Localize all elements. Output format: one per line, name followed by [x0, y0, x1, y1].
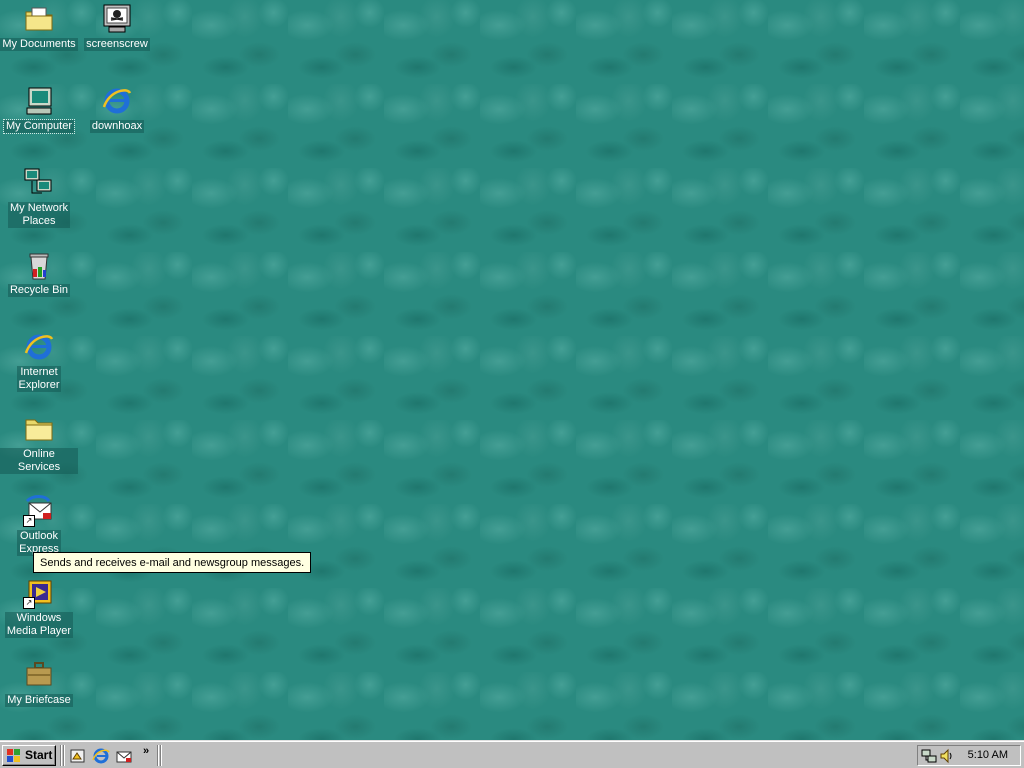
- internet-explorer-icon: [101, 85, 133, 117]
- desktop-icon-label: screenscrew: [84, 38, 150, 51]
- desktop-icon-label: Internet Explorer: [16, 366, 62, 392]
- start-button[interactable]: Start: [2, 745, 56, 766]
- desktop-icon-recycle-bin[interactable]: Recycle Bin: [0, 249, 78, 297]
- shortcut-arrow-icon: ↗: [23, 597, 35, 609]
- taskbar-separator: [157, 745, 159, 766]
- desktop-icon-outlook-express[interactable]: ↗ Outlook Express: [0, 495, 78, 556]
- desktop-icon-label: Online Services: [0, 448, 78, 474]
- internet-explorer-icon: [23, 331, 55, 363]
- desktop-icon-my-network-places[interactable]: My Network Places: [0, 167, 78, 228]
- desktop-icon-my-computer[interactable]: My Computer: [0, 85, 78, 134]
- quick-launch-chevron[interactable]: »: [143, 745, 149, 757]
- desktop-icon-label: My Briefcase: [5, 694, 73, 707]
- windows-logo-icon: [7, 749, 21, 762]
- computer-pirate-icon: [101, 3, 133, 35]
- start-label: Start: [25, 748, 53, 762]
- desktop-icon-label: My Network Places: [7, 202, 71, 228]
- desktop-icon-my-documents[interactable]: My Documents: [0, 3, 78, 51]
- taskbar-separator: [60, 745, 62, 766]
- outlook-express-icon[interactable]: [115, 747, 133, 765]
- desktop-icon-screenscrew[interactable]: screenscrew: [78, 3, 156, 51]
- desktop-icon-label: My Computer: [2, 119, 76, 134]
- network-icon[interactable]: [921, 748, 937, 764]
- folder-documents-icon: [23, 3, 55, 35]
- outlook-express-icon: ↗: [23, 495, 55, 527]
- desktop-icon-internet-explorer[interactable]: Internet Explorer: [0, 331, 78, 392]
- volume-icon[interactable]: [939, 748, 955, 764]
- desktop-icon-label: Recycle Bin: [7, 284, 71, 297]
- taskbar-separator: [160, 745, 162, 766]
- desktop-icon-label: downhoax: [89, 120, 145, 133]
- desktop-icon-my-briefcase[interactable]: My Briefcase: [0, 659, 78, 707]
- desktop-icon-downhoax[interactable]: downhoax: [78, 85, 156, 133]
- media-player-icon: ↗: [23, 577, 55, 609]
- folder-icon: [23, 413, 55, 445]
- desktop-icon-label: My Documents: [0, 38, 78, 51]
- desktop-icon-label: Windows Media Player: [4, 612, 74, 638]
- recycle-bin-icon: [23, 249, 55, 281]
- shortcut-arrow-icon: ↗: [23, 515, 35, 527]
- system-tray: 5:10 AM: [917, 745, 1021, 766]
- taskbar-separator: [63, 745, 65, 766]
- network-places-icon: [23, 167, 55, 199]
- tooltip: Sends and receives e-mail and newsgroup …: [33, 552, 312, 573]
- clock[interactable]: 5:10 AM: [968, 749, 1008, 761]
- show-desktop-icon[interactable]: [69, 747, 87, 765]
- briefcase-icon: [23, 659, 55, 691]
- desktop-icon-online-services[interactable]: Online Services: [0, 413, 78, 474]
- my-computer-icon: [23, 85, 55, 117]
- internet-explorer-icon[interactable]: [92, 747, 110, 765]
- taskbar: Start » 5:10 AM: [0, 740, 1024, 768]
- desktop-icon-windows-media-player[interactable]: ↗ Windows Media Player: [0, 577, 78, 638]
